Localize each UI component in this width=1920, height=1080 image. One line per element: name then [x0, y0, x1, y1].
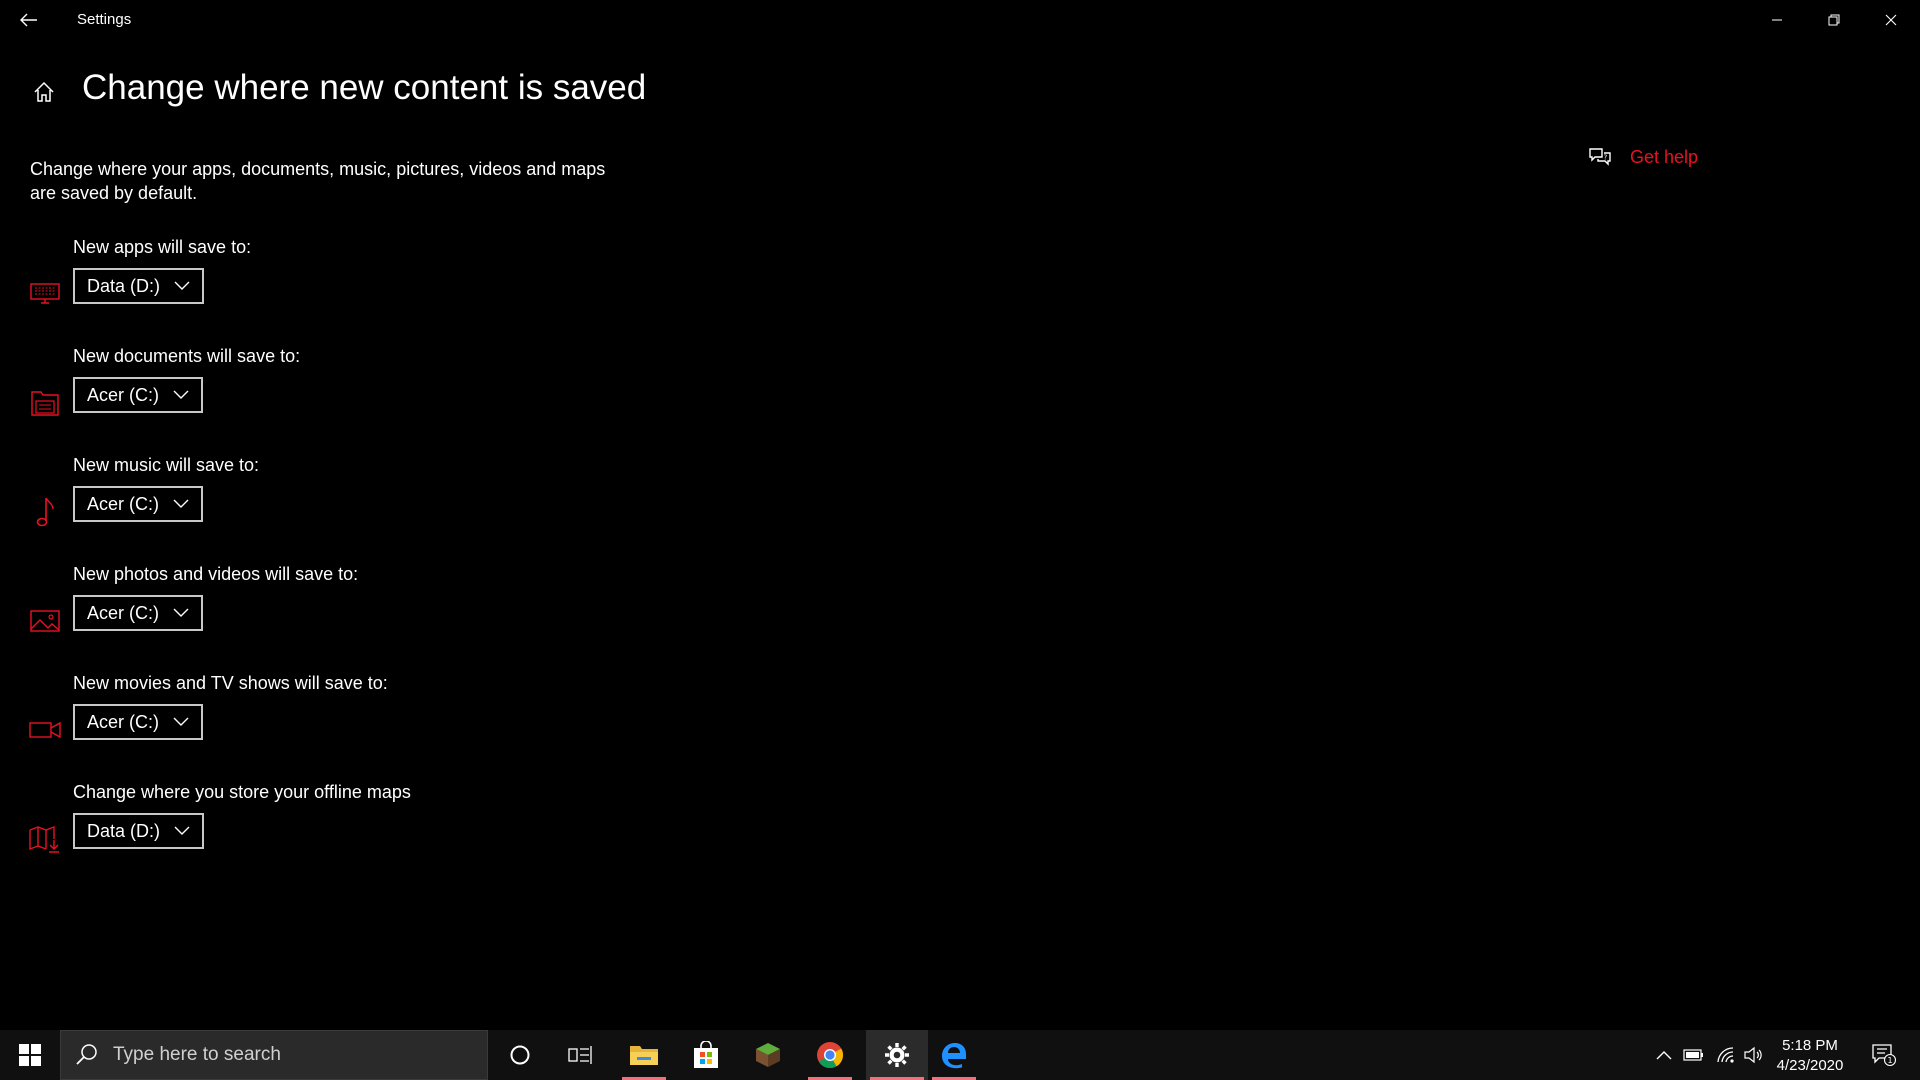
chat-help-icon: ?	[1589, 148, 1611, 166]
restore-icon	[1828, 14, 1839, 26]
minimize-icon	[1771, 19, 1782, 21]
apps-location-dropdown[interactable]: Data (D:)	[73, 268, 205, 304]
cortana-circle-icon	[510, 1045, 530, 1065]
taskbar-search-box[interactable]: Type here to search	[60, 1030, 488, 1080]
network-button[interactable]	[1712, 1030, 1740, 1080]
get-help-link[interactable]: ? Get help	[1588, 146, 1698, 168]
setting-new-movies-tv: New movies and TV shows will save to: Ac…	[0, 673, 700, 782]
clock-time: 5:18 PM	[1782, 1037, 1838, 1054]
windows-logo-icon	[19, 1044, 41, 1066]
monitor-icon	[28, 277, 62, 311]
store-bag-icon	[694, 1041, 718, 1068]
file-explorer-icon	[630, 1046, 658, 1065]
search-placeholder: Type here to search	[113, 1044, 281, 1065]
chevron-down-icon	[174, 281, 190, 290]
video-camera-icon	[28, 713, 62, 747]
documents-location-dropdown[interactable]: Acer (C:)	[73, 377, 203, 413]
clock-date: 4/23/2020	[1776, 1057, 1844, 1074]
wifi-icon	[1717, 1047, 1734, 1063]
svg-text:?: ?	[1604, 154, 1608, 162]
setting-label: New movies and TV shows will save to:	[73, 673, 388, 693]
notification-icon: 1	[1872, 1044, 1897, 1067]
setting-new-apps: New apps will save to: Data (D:)	[0, 237, 700, 346]
notification-count: 1	[1887, 1056, 1892, 1065]
chrome-button[interactable]	[804, 1030, 856, 1080]
chrome-icon	[817, 1042, 844, 1069]
photos-videos-location-dropdown[interactable]: Acer (C:)	[73, 595, 203, 631]
minecraft-button[interactable]	[742, 1030, 794, 1080]
page-title: Change where new content is saved	[82, 68, 647, 107]
documents-icon	[28, 386, 62, 420]
minecraft-block-icon	[756, 1043, 780, 1067]
dropdown-value: Acer (C:)	[87, 384, 159, 405]
offline-maps-location-dropdown[interactable]: Data (D:)	[73, 813, 205, 849]
dropdown-value: Data (D:)	[87, 820, 161, 841]
chevron-down-icon	[173, 608, 189, 617]
home-button[interactable]	[28, 76, 60, 108]
setting-label: New documents will save to:	[73, 346, 301, 366]
task-view-icon	[568, 1046, 592, 1064]
edge-button[interactable]	[928, 1030, 980, 1080]
close-icon	[1885, 14, 1896, 26]
battery-button[interactable]	[1680, 1030, 1708, 1080]
dropdown-value: Acer (C:)	[87, 493, 159, 514]
settings-app-button[interactable]	[866, 1030, 928, 1080]
setting-new-music: New music will save to: Acer (C:)	[0, 455, 700, 564]
search-icon	[76, 1044, 97, 1065]
chevron-down-icon	[174, 826, 190, 835]
file-explorer-button[interactable]	[618, 1030, 670, 1080]
cortana-button[interactable]	[494, 1030, 546, 1080]
page-description: Change where your apps, documents, music…	[30, 159, 606, 203]
music-location-dropdown[interactable]: Acer (C:)	[73, 486, 203, 522]
setting-new-documents: New documents will save to: Acer (C:)	[0, 346, 700, 455]
taskbar-clock[interactable]: 5:18 PM 4/23/2020	[1760, 1036, 1860, 1076]
setting-label: Change where you store your offline maps	[73, 782, 411, 802]
setting-label: New apps will save to:	[73, 237, 252, 257]
setting-label: New photos and videos will save to:	[73, 564, 359, 584]
dropdown-value: Acer (C:)	[87, 602, 159, 623]
dropdown-value: Acer (C:)	[87, 711, 159, 732]
restore-button[interactable]	[1805, 0, 1862, 40]
chevron-down-icon	[173, 499, 189, 508]
back-button[interactable]	[0, 0, 58, 40]
microsoft-store-button[interactable]	[680, 1030, 732, 1080]
setting-new-photos-videos: New photos and videos will save to: Acer…	[0, 564, 700, 673]
offline-map-icon	[28, 822, 62, 856]
setting-offline-maps: Change where you store your offline maps…	[0, 782, 700, 891]
action-center-button[interactable]: 1	[1864, 1030, 1904, 1080]
get-help-label: Get help	[1630, 146, 1699, 167]
chevron-down-icon	[173, 717, 189, 726]
battery-icon	[1683, 1049, 1703, 1061]
edge-icon	[942, 1043, 966, 1069]
window-title: Settings	[77, 11, 132, 28]
back-arrow-icon	[20, 13, 37, 27]
gear-icon	[885, 1043, 909, 1067]
setting-label: New music will save to:	[73, 455, 260, 475]
music-note-icon	[28, 495, 62, 529]
chevron-down-icon	[173, 390, 189, 399]
home-icon	[34, 81, 54, 102]
dropdown-value: Data (D:)	[87, 275, 161, 296]
task-view-button[interactable]	[554, 1030, 606, 1080]
start-button[interactable]	[0, 1030, 60, 1080]
show-hidden-icons-button[interactable]	[1652, 1030, 1676, 1080]
picture-icon	[28, 604, 62, 638]
movies-tv-location-dropdown[interactable]: Acer (C:)	[73, 704, 203, 740]
minimize-button[interactable]	[1748, 0, 1805, 40]
chevron-up-icon	[1656, 1051, 1672, 1060]
taskbar: Type here to search 5:18 PM 4/23/2020 1	[0, 1030, 1920, 1080]
title-bar: Settings	[0, 0, 1920, 40]
close-button[interactable]	[1862, 0, 1919, 40]
